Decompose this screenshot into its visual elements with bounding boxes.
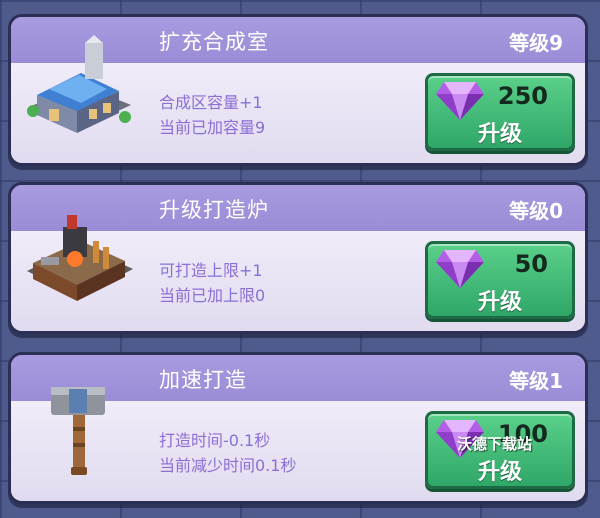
watermark: 沃德下载站 <box>457 435 533 453</box>
upgrade-button[interactable]: 250 升级 <box>425 73 575 151</box>
current-bonus-text: 当前已加上限0 <box>159 286 266 305</box>
level-badge: 等级9 <box>509 31 563 55</box>
hammer-icon <box>51 387 105 475</box>
upgrade-button-label: 升级 <box>477 460 522 485</box>
forge-icon <box>27 215 133 301</box>
gem-cost: 250 <box>497 82 548 110</box>
upgrade-button-label: 升级 <box>477 122 522 147</box>
gem-cost: 50 <box>514 250 548 278</box>
upgrade-card-forge: 升级打造炉 等级0 可打造上限+1 当前已加上限0 50 升级 <box>8 182 588 334</box>
effect-description: 合成区容量+1 <box>159 93 263 112</box>
level-badge: 等级0 <box>509 199 563 223</box>
upgrade-card-synthesis-room: 扩充合成室 等级9 合成区容量+1 当前已加容量9 250 升级 <box>8 14 588 166</box>
upgrade-card-speed-forging: 加速打造 等级1 打造时间-0.1秒 当前减少时间0.1秒 100 升级 <box>8 352 588 504</box>
card-title: 扩充合成室 <box>159 30 269 54</box>
building-icon <box>27 35 131 133</box>
effect-description: 可打造上限+1 <box>159 261 263 280</box>
card-title: 升级打造炉 <box>159 198 269 222</box>
current-bonus-text: 当前已加容量9 <box>159 118 266 137</box>
upgrade-button[interactable]: 50 升级 <box>425 241 575 319</box>
upgrade-button-label: 升级 <box>477 290 522 315</box>
level-badge: 等级1 <box>509 369 563 393</box>
effect-description: 打造时间-0.1秒 <box>159 431 271 450</box>
card-title: 加速打造 <box>159 368 247 392</box>
current-bonus-text: 当前减少时间0.1秒 <box>159 456 297 475</box>
